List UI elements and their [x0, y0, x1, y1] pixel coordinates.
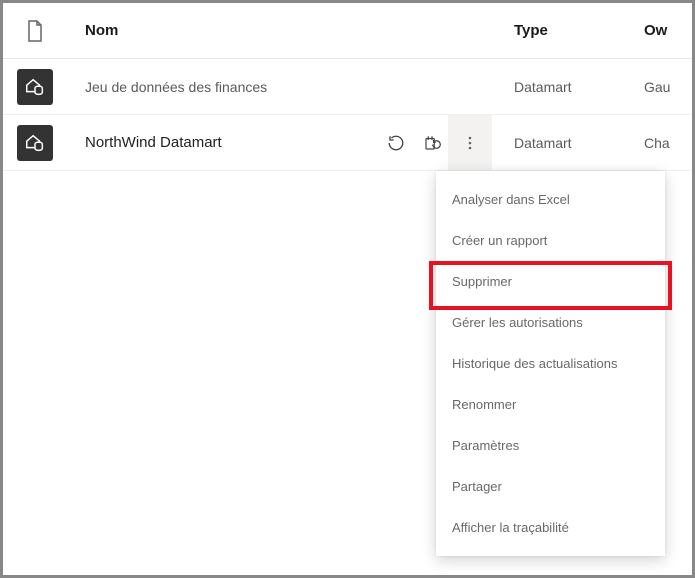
row-owner: Gau	[632, 79, 692, 95]
schedule-icon	[423, 134, 441, 152]
table-row[interactable]: Jeu de données des finances Datamart Gau	[3, 59, 692, 115]
row-name[interactable]: Jeu de données des finances	[67, 79, 328, 95]
menu-manage-permissions[interactable]: Gérer les autorisations	[436, 302, 665, 343]
menu-analyze-excel[interactable]: Analyser dans Excel	[436, 179, 665, 220]
row-icon-cell	[3, 125, 67, 161]
refresh-button[interactable]	[380, 127, 412, 159]
datamart-icon	[17, 69, 53, 105]
menu-lineage[interactable]: Afficher la traçabilité	[436, 507, 665, 548]
context-menu: Analyser dans Excel Créer un rapport Sup…	[436, 171, 665, 556]
refresh-icon	[387, 134, 405, 152]
header-type[interactable]: Type	[492, 22, 632, 39]
row-owner: Cha	[632, 135, 692, 151]
row-type: Datamart	[492, 135, 632, 151]
table-row[interactable]: NorthWind Datamart Datamart Cha	[3, 115, 692, 171]
menu-delete[interactable]: Supprimer	[436, 261, 665, 302]
more-options-button[interactable]	[448, 115, 492, 171]
header-icon-cell	[3, 20, 67, 42]
schedule-refresh-button[interactable]	[416, 127, 448, 159]
header-name[interactable]: Nom	[67, 22, 328, 39]
row-type: Datamart	[492, 79, 632, 95]
menu-settings[interactable]: Paramètres	[436, 425, 665, 466]
menu-refresh-history[interactable]: Historique des actualisations	[436, 343, 665, 384]
document-icon	[26, 20, 44, 42]
table-header: Nom Type Ow	[3, 3, 692, 59]
header-owner[interactable]: Ow	[632, 22, 692, 39]
menu-share[interactable]: Partager	[436, 466, 665, 507]
row-icon-cell	[3, 69, 67, 105]
more-vertical-icon	[462, 135, 478, 151]
datamart-icon	[17, 125, 53, 161]
row-name[interactable]: NorthWind Datamart	[67, 134, 328, 151]
menu-create-report[interactable]: Créer un rapport	[436, 220, 665, 261]
menu-rename[interactable]: Renommer	[436, 384, 665, 425]
